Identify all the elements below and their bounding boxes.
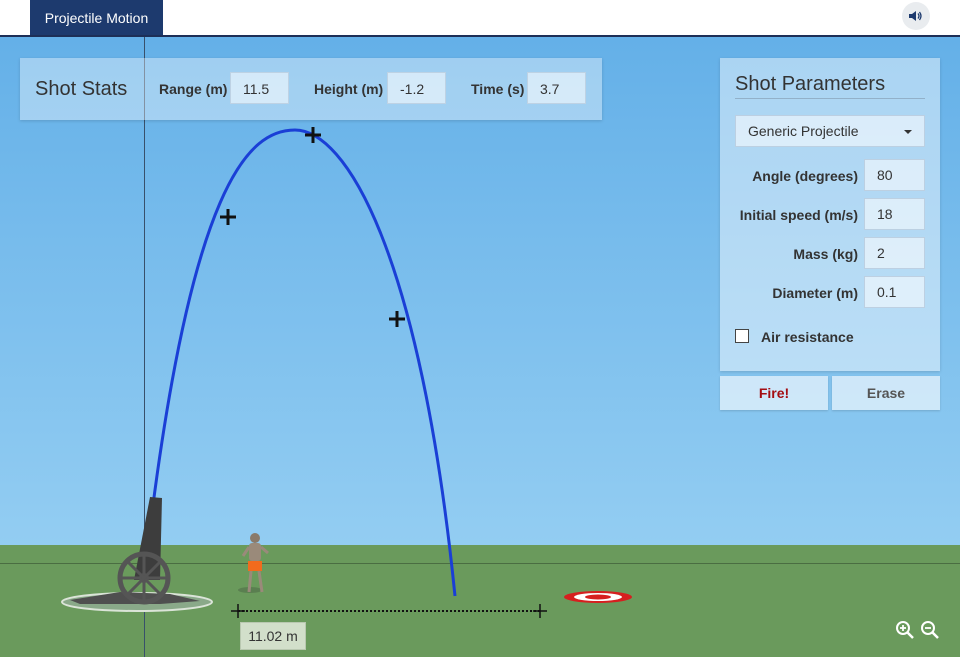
time-marker (389, 311, 405, 327)
divider (735, 98, 925, 99)
trajectory-path (144, 128, 457, 597)
height-label: Height (m) (314, 81, 384, 97)
height-value: -1.2 (387, 72, 446, 104)
air-resistance-checkbox[interactable] (735, 329, 749, 343)
fire-button[interactable]: Fire! (720, 376, 828, 410)
measure-distance-label: 11.02 m (240, 622, 306, 650)
shot-stats-title: Shot Stats (35, 78, 128, 100)
diameter-input[interactable]: 0.1 (864, 276, 925, 308)
time-marker (220, 209, 236, 225)
measuring-tape[interactable] (231, 604, 547, 618)
time-value: 3.7 (527, 72, 586, 104)
shot-parameters-panel: Shot Parameters Generic Projectile Angle… (720, 58, 940, 371)
mass-label: Mass (kg) (793, 246, 858, 262)
time-label: Time (s) (471, 81, 525, 97)
time-marker (305, 127, 321, 143)
cannon[interactable] (61, 497, 213, 612)
zoom-out-icon[interactable] (920, 620, 940, 640)
mass-input[interactable]: 2 (864, 237, 925, 269)
zoom-in-icon[interactable] (895, 620, 915, 640)
air-resistance-label[interactable]: Air resistance (761, 329, 854, 345)
range-label: Range (m) (159, 81, 228, 97)
shot-parameters-title: Shot Parameters (735, 73, 886, 95)
initial-speed-label: Initial speed (m/s) (739, 207, 858, 223)
angle-input[interactable]: 80 (864, 159, 925, 191)
initial-speed-input[interactable]: 18 (864, 198, 925, 230)
angle-label: Angle (degrees) (752, 168, 858, 184)
erase-button[interactable]: Erase (832, 376, 940, 410)
projectile-select-value: Generic Projectile (748, 123, 859, 139)
person-figure (238, 533, 269, 593)
shot-stats-panel: Shot Stats Range (m) 11.5 Height (m) -1.… (20, 58, 602, 120)
diameter-label: Diameter (m) (772, 285, 858, 301)
caret-down-icon (904, 130, 912, 134)
target[interactable] (564, 591, 632, 603)
range-value: 11.5 (230, 72, 289, 104)
projectile-select[interactable]: Generic Projectile (735, 115, 925, 147)
